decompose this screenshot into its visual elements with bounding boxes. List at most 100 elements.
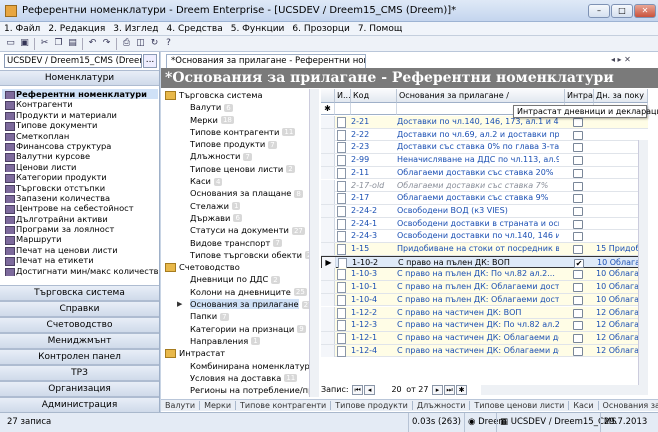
- nav-item[interactable]: Печат на етикети: [2, 255, 158, 266]
- row-indicator[interactable]: [321, 179, 335, 192]
- help-icon[interactable]: ?: [162, 37, 175, 50]
- table-row[interactable]: 1-10-1 С право на пълен ДК: Облагаеми дос…: [321, 281, 648, 294]
- row-indicator[interactable]: [321, 281, 335, 294]
- tree-scrollbar[interactable]: [309, 89, 319, 397]
- tree-item[interactable]: Основания за плащане 8: [161, 187, 318, 199]
- intrastat-checkbox[interactable]: [573, 295, 583, 305]
- table-row[interactable]: 2-99 Неначисляване на ДДС по чл.113, ал.9: [321, 154, 648, 167]
- intrastat-checkbox[interactable]: [573, 308, 583, 318]
- nav-item[interactable]: Търговски отстъпки: [2, 183, 158, 193]
- paste-icon[interactable]: ▤: [66, 37, 79, 50]
- bottom-tab[interactable]: Типове продукти: [331, 401, 413, 410]
- table-row[interactable]: 1-12-4 С право на частичен ДК: Облагаеми …: [321, 344, 648, 358]
- nav-item[interactable]: Типове документи: [2, 120, 158, 131]
- intrastat-checkbox[interactable]: [573, 245, 583, 254]
- close-button[interactable]: ✕: [634, 4, 656, 18]
- prev-record-icon[interactable]: ◂: [364, 384, 376, 395]
- nav-item[interactable]: Категории продукти: [2, 172, 158, 183]
- tree-item[interactable]: Направления 1: [161, 335, 318, 347]
- filter-code[interactable]: [351, 103, 397, 115]
- menu-file[interactable]: 1. Файл: [0, 22, 44, 36]
- intrastat-checkbox[interactable]: [573, 118, 583, 127]
- new-icon[interactable]: ▭: [4, 37, 17, 50]
- tree-item[interactable]: ▶ Основания за прилагане27: [161, 298, 318, 310]
- row-indicator[interactable]: [321, 243, 335, 255]
- table-row[interactable]: 2-22 Доставки по чл.69, ал.2 и доставки п…: [321, 128, 648, 142]
- row-indicator[interactable]: [321, 204, 335, 217]
- intrastat-checkbox[interactable]: [573, 130, 583, 140]
- menu-tools[interactable]: 4. Средства: [163, 22, 227, 36]
- row-indicator[interactable]: [321, 128, 335, 141]
- section-control-panel[interactable]: Контролен панел: [0, 349, 159, 365]
- intrastat-checkbox[interactable]: [573, 219, 583, 229]
- tree-item[interactable]: Статуси на документи 27: [161, 224, 318, 236]
- column-header-name[interactable]: Основания за прилагане /: [397, 89, 565, 103]
- section-management[interactable]: Мениджмънт: [0, 333, 159, 349]
- nav-item[interactable]: Маршрути: [2, 234, 158, 245]
- database-browse-button[interactable]: ...: [143, 54, 157, 68]
- filter-i[interactable]: [335, 103, 351, 115]
- menu-view[interactable]: 3. Изглед: [109, 22, 162, 36]
- row-indicator[interactable]: [321, 154, 335, 167]
- intrastat-checkbox[interactable]: [573, 206, 583, 216]
- copy-icon[interactable]: ❐: [52, 37, 65, 50]
- menu-functions[interactable]: 5. Функции: [227, 22, 289, 36]
- intrastat-checkbox[interactable]: [573, 346, 583, 356]
- next-record-icon[interactable]: ▸: [432, 384, 444, 395]
- bottom-tab[interactable]: Каси: [569, 401, 599, 410]
- bottom-tab[interactable]: Типове ценови листи: [470, 401, 570, 410]
- save-icon[interactable]: ▣: [18, 37, 31, 50]
- intrastat-checkbox[interactable]: [573, 283, 583, 293]
- bottom-tab[interactable]: Типове контрагенти: [236, 401, 332, 410]
- grid-vertical-scrollbar[interactable]: [638, 140, 648, 393]
- table-row[interactable]: 1-10-3 С право на пълен ДК: По чл.82 ал.2…: [321, 268, 648, 282]
- nav-item[interactable]: Програми за лоялност: [2, 224, 158, 235]
- minimize-button[interactable]: –: [588, 4, 610, 18]
- nav-item[interactable]: Референтни номенклатури: [2, 89, 158, 100]
- nav-item[interactable]: Достигнати мин/макс количества...: [2, 266, 158, 277]
- bottom-tab[interactable]: Валути: [161, 401, 201, 410]
- bottom-tab[interactable]: Мерки: [200, 401, 237, 410]
- tree-item[interactable]: Мерки 18: [161, 114, 318, 126]
- bottom-tab[interactable]: Длъжности: [412, 401, 471, 410]
- tree-item[interactable]: Регионы на потребление/произ...: [161, 384, 318, 396]
- tree-item[interactable]: Каси 4: [161, 175, 318, 187]
- row-indicator[interactable]: [321, 306, 335, 319]
- row-indicator[interactable]: [321, 217, 335, 230]
- undo-icon[interactable]: ↶: [86, 37, 99, 50]
- intrastat-checkbox[interactable]: [573, 143, 583, 153]
- tree-item[interactable]: Стелажи 1: [161, 200, 318, 212]
- tree-item[interactable]: Дневници по ДДС 2: [161, 273, 318, 285]
- tree-folder[interactable]: Счетоводство: [161, 261, 318, 273]
- column-header-days[interactable]: Дн. за поку: [594, 89, 648, 103]
- nav-item[interactable]: Финансова структура: [2, 141, 158, 152]
- tree-item[interactable]: Комбинирана номенклатура: [161, 360, 318, 372]
- row-indicator[interactable]: ▶: [322, 256, 336, 269]
- tree-item[interactable]: Държави 6: [161, 212, 318, 224]
- tree-item[interactable]: Категории на признаци 9: [161, 323, 318, 335]
- tree-item[interactable]: Колони на дневниците 25: [161, 286, 318, 298]
- row-indicator[interactable]: [321, 116, 335, 128]
- maximize-button[interactable]: □: [611, 4, 633, 18]
- row-indicator[interactable]: [321, 293, 335, 306]
- intrastat-checkbox[interactable]: [573, 194, 583, 204]
- row-indicator[interactable]: [321, 268, 335, 281]
- table-row[interactable]: 2-11 Облагаеми доставки със ставка 20%: [321, 166, 648, 180]
- table-row[interactable]: 1-15 Придобиване на стоки от посредник в …: [321, 243, 648, 256]
- tree-item[interactable]: Типове продукти 7: [161, 138, 318, 150]
- intrastat-checkbox[interactable]: [573, 321, 583, 331]
- tree-folder[interactable]: Търговска система: [161, 89, 318, 101]
- section-payroll[interactable]: ТРЗ: [0, 365, 159, 381]
- table-row[interactable]: 2-24-1 Освободени доставки в страната и о…: [321, 217, 648, 231]
- column-header-code[interactable]: Код: [351, 89, 397, 103]
- nav-item[interactable]: Сметкоплан: [2, 131, 158, 141]
- intrastat-checkbox[interactable]: [573, 270, 583, 280]
- preview-icon[interactable]: ◫: [134, 37, 147, 50]
- row-indicator[interactable]: [321, 230, 335, 243]
- row-indicator[interactable]: [321, 192, 335, 205]
- section-reports[interactable]: Справки: [0, 301, 159, 317]
- row-indicator[interactable]: [321, 331, 335, 344]
- intrastat-checkbox[interactable]: [573, 232, 583, 242]
- new-record-icon[interactable]: ✱: [456, 384, 468, 395]
- nav-item[interactable]: Запазени количества: [2, 193, 158, 204]
